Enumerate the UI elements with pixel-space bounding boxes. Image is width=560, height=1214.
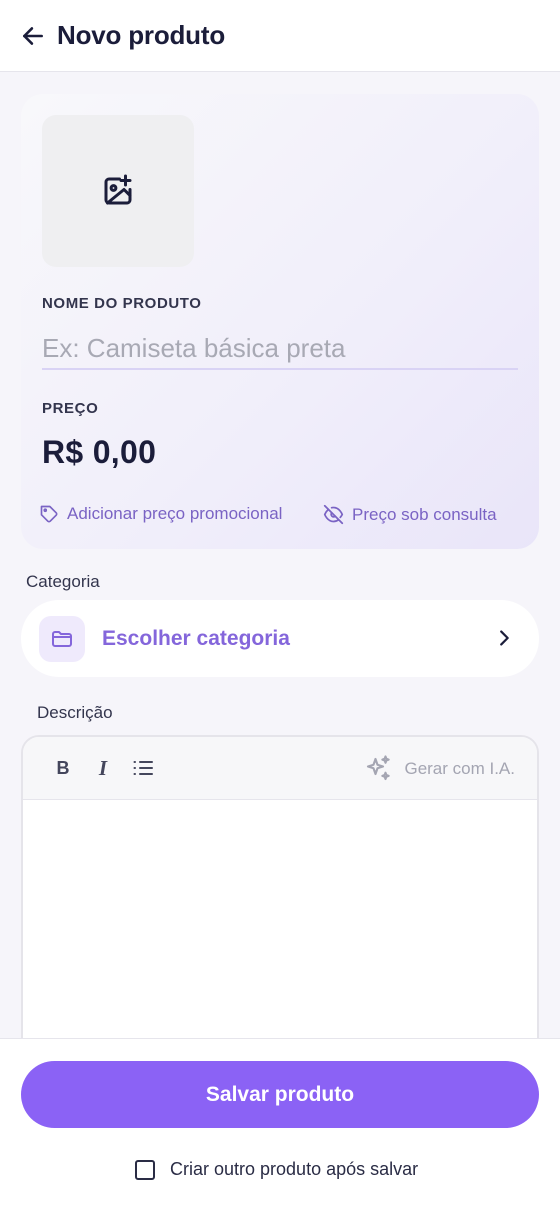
description-textarea[interactable] — [23, 800, 537, 1073]
save-product-button[interactable]: Salvar produto — [21, 1061, 539, 1128]
price-on-request-label: Preço sob consulta — [352, 504, 497, 524]
folder-icon-box — [39, 615, 85, 662]
description-editor: B I Gerar com I.A. — [21, 735, 539, 1075]
product-card: NOME DO PRODUTO PREÇO R$ 0,00 Adicionar … — [21, 94, 539, 549]
choose-category-button[interactable]: Escolher categoria — [21, 600, 539, 677]
choose-category-label: Escolher categoria — [102, 626, 290, 650]
generate-ai-label: Gerar com I.A. — [404, 759, 515, 778]
folder-icon — [52, 630, 72, 647]
description-section-label: Descrição — [37, 703, 113, 722]
page-title: Novo produto — [57, 20, 226, 50]
add-photo-button[interactable] — [42, 115, 194, 267]
create-another-option[interactable]: Criar outro produto após salvar — [135, 1159, 418, 1180]
list-icon — [133, 761, 153, 775]
eye-off-icon — [323, 504, 344, 525]
add-promo-price-link[interactable]: Adicionar preço promocional — [39, 504, 282, 524]
back-button[interactable] — [18, 21, 48, 51]
price-input[interactable]: R$ 0,00 — [42, 434, 156, 471]
generate-ai-button[interactable]: Gerar com I.A. — [363, 754, 515, 784]
editor-toolbar: B I Gerar com I.A. — [23, 737, 537, 800]
image-plus-icon — [104, 174, 132, 205]
create-another-checkbox[interactable] — [135, 1159, 155, 1180]
italic-button[interactable]: I — [89, 754, 117, 782]
product-name-label: NOME DO PRODUTO — [42, 295, 202, 312]
add-promo-price-label: Adicionar preço promocional — [67, 504, 283, 523]
create-another-label: Criar outro produto após salvar — [170, 1159, 419, 1179]
product-name-input[interactable] — [42, 328, 518, 370]
bold-button[interactable]: B — [49, 754, 77, 782]
chevron-right-icon — [500, 630, 509, 646]
app-header: Novo produto — [0, 0, 560, 72]
arrow-left-icon — [23, 26, 43, 45]
tag-icon — [40, 505, 58, 523]
bullet-list-button[interactable] — [129, 754, 157, 782]
price-on-request-link[interactable]: Preço sob consulta — [323, 504, 497, 525]
price-label: PREÇO — [42, 400, 99, 417]
footer-bar: Salvar produto Criar outro produto após … — [0, 1038, 560, 1214]
sparkles-icon — [367, 755, 391, 781]
category-section-label: Categoria — [26, 572, 100, 591]
